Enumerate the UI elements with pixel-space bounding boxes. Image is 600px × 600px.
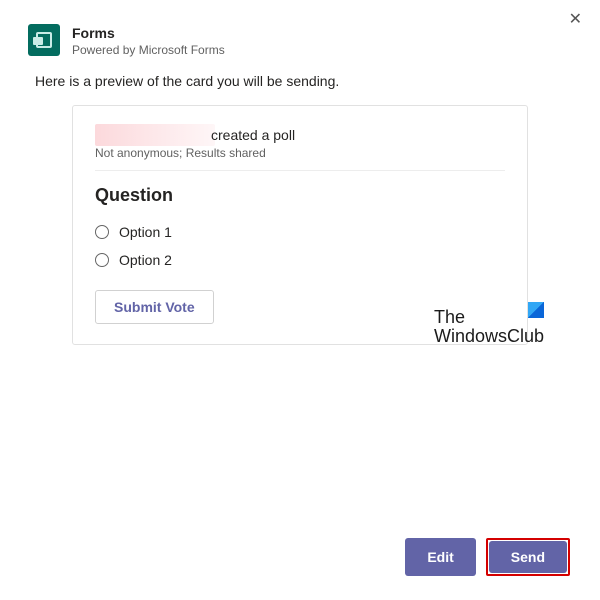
app-title: Forms [72, 24, 225, 42]
close-icon[interactable]: ✕ [565, 8, 586, 32]
poll-author-line: created a poll [95, 124, 505, 146]
send-button[interactable]: Send [489, 541, 567, 573]
poll-preview-card: created a poll Not anonymous; Results sh… [72, 105, 528, 345]
edit-button[interactable]: Edit [405, 538, 475, 576]
submit-vote-button[interactable]: Submit Vote [95, 290, 214, 324]
forms-dialog: ✕ Forms Powered by Microsoft Forms Here … [0, 0, 600, 600]
option-label: Option 1 [119, 224, 172, 240]
poll-option[interactable]: Option 1 [95, 218, 505, 246]
dialog-footer: Edit Send [28, 534, 572, 580]
windows-logo-icon [528, 302, 544, 318]
radio-icon [95, 225, 109, 239]
dialog-header: Forms Powered by Microsoft Forms [28, 24, 572, 59]
poll-option[interactable]: Option 2 [95, 246, 505, 274]
preview-label: Here is a preview of the card you will b… [35, 73, 572, 89]
poll-meta: created a poll Not anonymous; Results sh… [95, 124, 505, 171]
author-suffix: created a poll [211, 127, 295, 143]
poll-question: Question [95, 185, 505, 206]
send-button-highlight: Send [486, 538, 570, 576]
poll-options: Option 1 Option 2 [95, 218, 505, 274]
author-name-redacted [95, 124, 215, 146]
forms-app-icon [28, 24, 60, 56]
poll-meta-sub: Not anonymous; Results shared [95, 146, 505, 160]
app-subtitle: Powered by Microsoft Forms [72, 42, 225, 59]
option-label: Option 2 [119, 252, 172, 268]
radio-icon [95, 253, 109, 267]
header-text: Forms Powered by Microsoft Forms [72, 24, 225, 59]
